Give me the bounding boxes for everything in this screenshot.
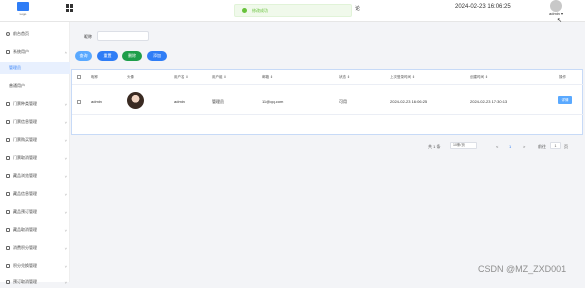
sidebar-item-ticket-info[interactable]: 门票信息管理 ˅ [0, 116, 70, 128]
checkbox-icon [6, 138, 10, 142]
row-avatar [127, 92, 144, 109]
column-header-created[interactable]: 创建时间 ⇕ [470, 75, 488, 80]
user-menu[interactable]: admin ▾ [549, 11, 563, 16]
page-size-select[interactable]: 10条/页 [450, 142, 477, 149]
toast-message: 修改成功 [252, 7, 268, 13]
checkbox-icon [6, 264, 10, 268]
chevron-down-icon: ˅ [64, 119, 67, 125]
chevron-down-icon: ˅ [64, 101, 67, 107]
row-checkbox[interactable] [77, 100, 81, 104]
query-button[interactable]: 查询 [75, 51, 92, 61]
sidebar-item-collection-booking[interactable]: 藏品预订管理 ˅ [0, 206, 70, 218]
sidebar: 前台首页 系统用户 ˄ 管理员 普通用户 门票种类管理 ˅ 门票信息管理 ˅ 门票购买… [0, 22, 70, 285]
row-email: 11@qq.com [262, 99, 284, 104]
sidebar-item-collection-info[interactable]: 藏品信息管理 ˅ [0, 188, 70, 200]
menu-grid-icon[interactable] [66, 4, 74, 12]
checkbox-icon [6, 174, 10, 178]
delete-button[interactable]: 删除 [122, 51, 142, 61]
chevron-down-icon: ˅ [64, 227, 67, 233]
column-header-email[interactable]: 邮箱 ⇕ [262, 75, 273, 80]
main-content: 昵称 查询 重置 删除 添加 昵称 头像 用户名 ⇕ 用户组 ⇕ 邮箱 ⇕ 状态… [71, 22, 585, 282]
checkbox-icon [6, 192, 10, 196]
sidebar-item-booking-cancel[interactable]: 预订取消管理 ˅ [0, 276, 70, 288]
chevron-down-icon: ˅ [64, 137, 67, 143]
sidebar-item-system-users[interactable]: 系统用户 ˄ [0, 46, 70, 58]
add-button[interactable]: 添加 [147, 51, 167, 61]
user-icon [6, 50, 10, 54]
column-header-nickname: 昵称 [91, 75, 98, 79]
chevron-down-icon: ˅ [64, 245, 67, 251]
checkbox-icon [6, 210, 10, 214]
column-header-action: 操作 [559, 75, 566, 79]
reset-button[interactable]: 重置 [97, 51, 118, 61]
pager-total: 共 1 条 [428, 144, 441, 149]
page-unit: 页 [564, 144, 568, 149]
nickname-search-input[interactable] [97, 31, 149, 41]
row-nickname: admin [91, 99, 102, 104]
sidebar-item-ticket-cancel[interactable]: 门票取消管理 ˅ [0, 152, 70, 164]
sidebar-item-points[interactable]: 消费积分管理 ˅ [0, 242, 70, 254]
success-icon [242, 8, 247, 13]
success-toast: 修改成功 [234, 4, 352, 17]
chevron-down-icon: ˅ [64, 191, 67, 197]
current-datetime: 2024-02-23 16:06:25 [455, 4, 511, 10]
sidebar-item-normal-user[interactable]: 普通用户 [0, 80, 70, 92]
sidebar-item-collection-browse[interactable]: 藏品浏览管理 ˅ [0, 170, 70, 182]
goto-page-input[interactable]: 1 [550, 142, 561, 149]
csdn-watermark: CSDN @MZ_ZXD001 [478, 264, 567, 274]
chevron-down-icon: ˅ [64, 173, 67, 179]
row-last-login: 2024-02-23 16:06:25 [390, 99, 428, 104]
column-header-group[interactable]: 用户组 ⇕ [212, 75, 226, 80]
sidebar-item-ticket-types[interactable]: 门票种类管理 ˅ [0, 98, 70, 110]
row-created: 2024-02-23 17:30:13 [470, 99, 508, 104]
chevron-down-icon: ˅ [64, 155, 67, 161]
sidebar-item-admin[interactable]: 管理员 [0, 62, 70, 74]
column-header-last-login[interactable]: 上次登录时间 ⇕ [390, 75, 415, 80]
sidebar-item-points-exchange[interactable]: 积分兑换管理 ˅ [0, 260, 70, 272]
checkbox-icon [6, 246, 10, 250]
clock-icon [6, 32, 10, 36]
checkbox-icon [6, 228, 10, 232]
top-text-fragment: 论 [355, 6, 361, 12]
sidebar-item-collection-cancel[interactable]: 藏品取消管理 ˅ [0, 224, 70, 236]
logo-caption: Logo [19, 12, 27, 16]
column-header-avatar: 头像 [127, 75, 134, 79]
page-number-current[interactable]: 1 [509, 144, 511, 149]
chevron-up-icon: ˄ [64, 49, 67, 55]
checkbox-icon [6, 280, 10, 284]
row-group: 管理员 [212, 99, 224, 104]
row-detail-button[interactable]: 详情 [558, 96, 572, 104]
sidebar-item-home[interactable]: 前台首页 [0, 28, 70, 40]
top-bar: Logo 修改成功 论 2024-02-23 16:06:25 admin ▾ … [0, 0, 585, 24]
header-divider [72, 84, 584, 85]
chevron-down-icon: ˅ [64, 263, 67, 269]
prev-page-button[interactable]: < [496, 144, 498, 149]
logo[interactable]: Logo [8, 2, 38, 20]
sidebar-item-ticket-purchase[interactable]: 门票购买管理 ˅ [0, 134, 70, 146]
chevron-down-icon: ˅ [64, 279, 67, 285]
users-table: 昵称 头像 用户名 ⇕ 用户组 ⇕ 邮箱 ⇕ 状态 ⇕ 上次登录时间 ⇕ 创建时… [71, 69, 584, 135]
goto-label: 前往 [538, 144, 546, 149]
column-header-status[interactable]: 状态 ⇕ [339, 75, 350, 80]
chevron-down-icon: ˅ [64, 209, 67, 215]
checkbox-icon [6, 156, 10, 160]
column-header-username[interactable]: 用户名 ⇕ [174, 75, 188, 80]
row-username: admin [174, 99, 185, 104]
checkbox-icon [6, 102, 10, 106]
row-status: 可用 [339, 99, 347, 104]
select-all-checkbox[interactable] [77, 75, 81, 79]
monitor-icon [17, 2, 29, 11]
next-page-button[interactable]: > [523, 144, 525, 149]
row-divider [72, 114, 584, 115]
checkbox-icon [6, 120, 10, 124]
nickname-label: 昵称 [84, 34, 92, 39]
